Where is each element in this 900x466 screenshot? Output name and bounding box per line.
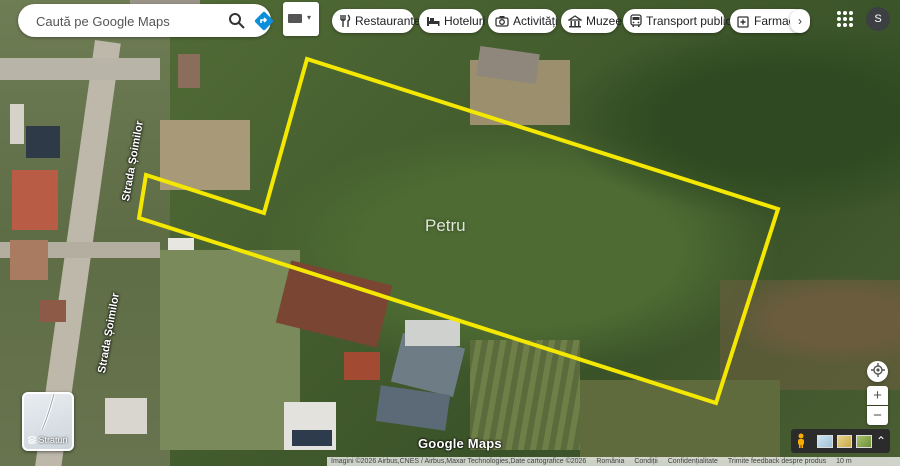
expand-up-icon[interactable]: ⌃ <box>876 434 886 448</box>
pegman-icon[interactable] <box>795 433 807 449</box>
street-view-bar: ⌃ <box>791 429 890 453</box>
map-thumbnail <box>40 394 56 430</box>
zoom-out-button[interactable]: − <box>867 406 888 425</box>
bed-icon <box>426 14 440 28</box>
chip-label: Transport public <box>646 14 732 28</box>
pharmacy-icon <box>737 14 750 28</box>
search-icon[interactable] <box>228 12 246 30</box>
imagery-thumb[interactable] <box>836 434 853 448</box>
fork-knife-icon <box>339 14 351 28</box>
imagery-thumb[interactable] <box>856 434 872 448</box>
chip-activities[interactable]: Activități <box>488 9 558 33</box>
apps-grid-icon[interactable] <box>834 8 856 30</box>
scale-bar[interactable]: 10 m <box>836 458 852 465</box>
terms-link[interactable]: Condiții <box>634 458 657 465</box>
my-location-button[interactable] <box>867 361 888 382</box>
layers-label-wrap: Straturi <box>24 435 72 445</box>
imagery-thumb[interactable] <box>817 434 833 448</box>
directions-icon[interactable] <box>254 11 274 31</box>
layers-icon <box>27 435 38 445</box>
chip-public-transport[interactable]: Transport public <box>623 9 732 33</box>
account-avatar[interactable]: S <box>866 7 890 31</box>
chip-label: Activități <box>513 14 558 28</box>
museum-icon <box>568 14 582 28</box>
satellite-map[interactable]: Petru Strada Șoimilor Strada Șoimilor <box>0 0 900 466</box>
zoom-in-button[interactable]: + <box>867 386 888 405</box>
chevron-right-icon: › <box>798 14 802 28</box>
imagery-credit[interactable]: Imagini ©2026 Airbus,CNES / Airbus,Maxar… <box>331 458 586 465</box>
feedback-link[interactable]: Trimite feedback despre produs <box>728 458 826 465</box>
plus-icon: + <box>873 387 882 404</box>
chip-label: Restaurante <box>355 14 421 28</box>
chevron-down-icon: ▾ <box>307 13 312 22</box>
attribution-bar: Imagini ©2026 Airbus,CNES / Airbus,Maxar… <box>327 457 900 466</box>
bus-icon <box>630 14 642 28</box>
layers-button[interactable]: Straturi <box>22 392 74 451</box>
chip-label: Muzee <box>586 14 623 28</box>
country-link[interactable]: România <box>596 458 624 465</box>
map-type-toggle[interactable]: ▾ <box>283 2 319 36</box>
chip-label: Hoteluri <box>444 14 486 28</box>
chips-scroll-right-button[interactable]: › <box>790 9 810 33</box>
google-maps-logo: Google Maps <box>418 436 502 451</box>
chip-restaurants[interactable]: Restaurante <box>332 9 420 33</box>
keyboard-icon <box>288 14 302 23</box>
privacy-link[interactable]: Confidențialitate <box>668 458 718 465</box>
layers-label: Straturi <box>38 435 68 445</box>
my-location-icon <box>870 362 885 381</box>
camera-icon <box>495 14 509 28</box>
place-label[interactable]: Petru <box>425 216 466 236</box>
search-input[interactable] <box>34 4 208 39</box>
chip-hotels[interactable]: Hoteluri <box>419 9 486 33</box>
chip-museums[interactable]: Muzee <box>561 9 622 33</box>
minus-icon: − <box>873 407 882 424</box>
search-box <box>18 4 274 39</box>
